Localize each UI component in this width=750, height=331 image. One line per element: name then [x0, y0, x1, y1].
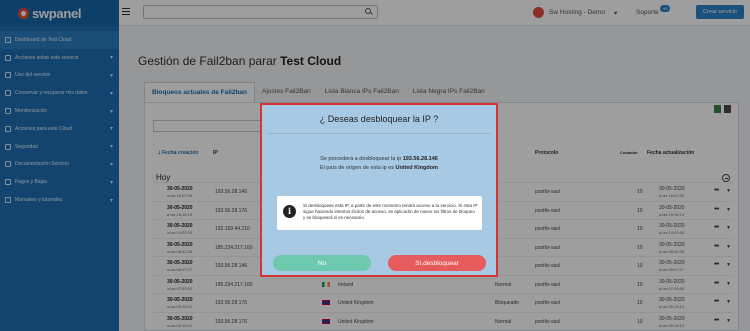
modal-ip-text: Se procederá a desbloquear la ip 193.56.…	[262, 156, 496, 162]
warning-text: Si desbloqueas esta IP, a partir de este…	[303, 203, 478, 220]
warning-box: i Si desbloqueas esta IP, a partir de es…	[277, 196, 482, 230]
modal-divider	[267, 133, 491, 134]
modal-country-prefix: El país de origen de esta ip es	[320, 165, 394, 171]
modal-title: ¿ Deseas desbloquear la IP ?	[319, 114, 439, 124]
unblock-ip-modal: ¿ Deseas desbloquear la IP ? Se proceder…	[260, 103, 498, 277]
confirm-unblock-button[interactable]: Sí,desbloquear	[388, 255, 486, 271]
modal-country-text: El país de origen de esta ip es United K…	[262, 165, 496, 171]
modal-ip-value: 193.56.28.146	[402, 156, 438, 162]
modal-ip-prefix: Se procederá a desbloquear la ip	[320, 156, 402, 162]
modal-country-value: United Kingdom	[395, 165, 438, 171]
info-icon: i	[283, 205, 296, 218]
no-button[interactable]: No	[273, 255, 371, 271]
